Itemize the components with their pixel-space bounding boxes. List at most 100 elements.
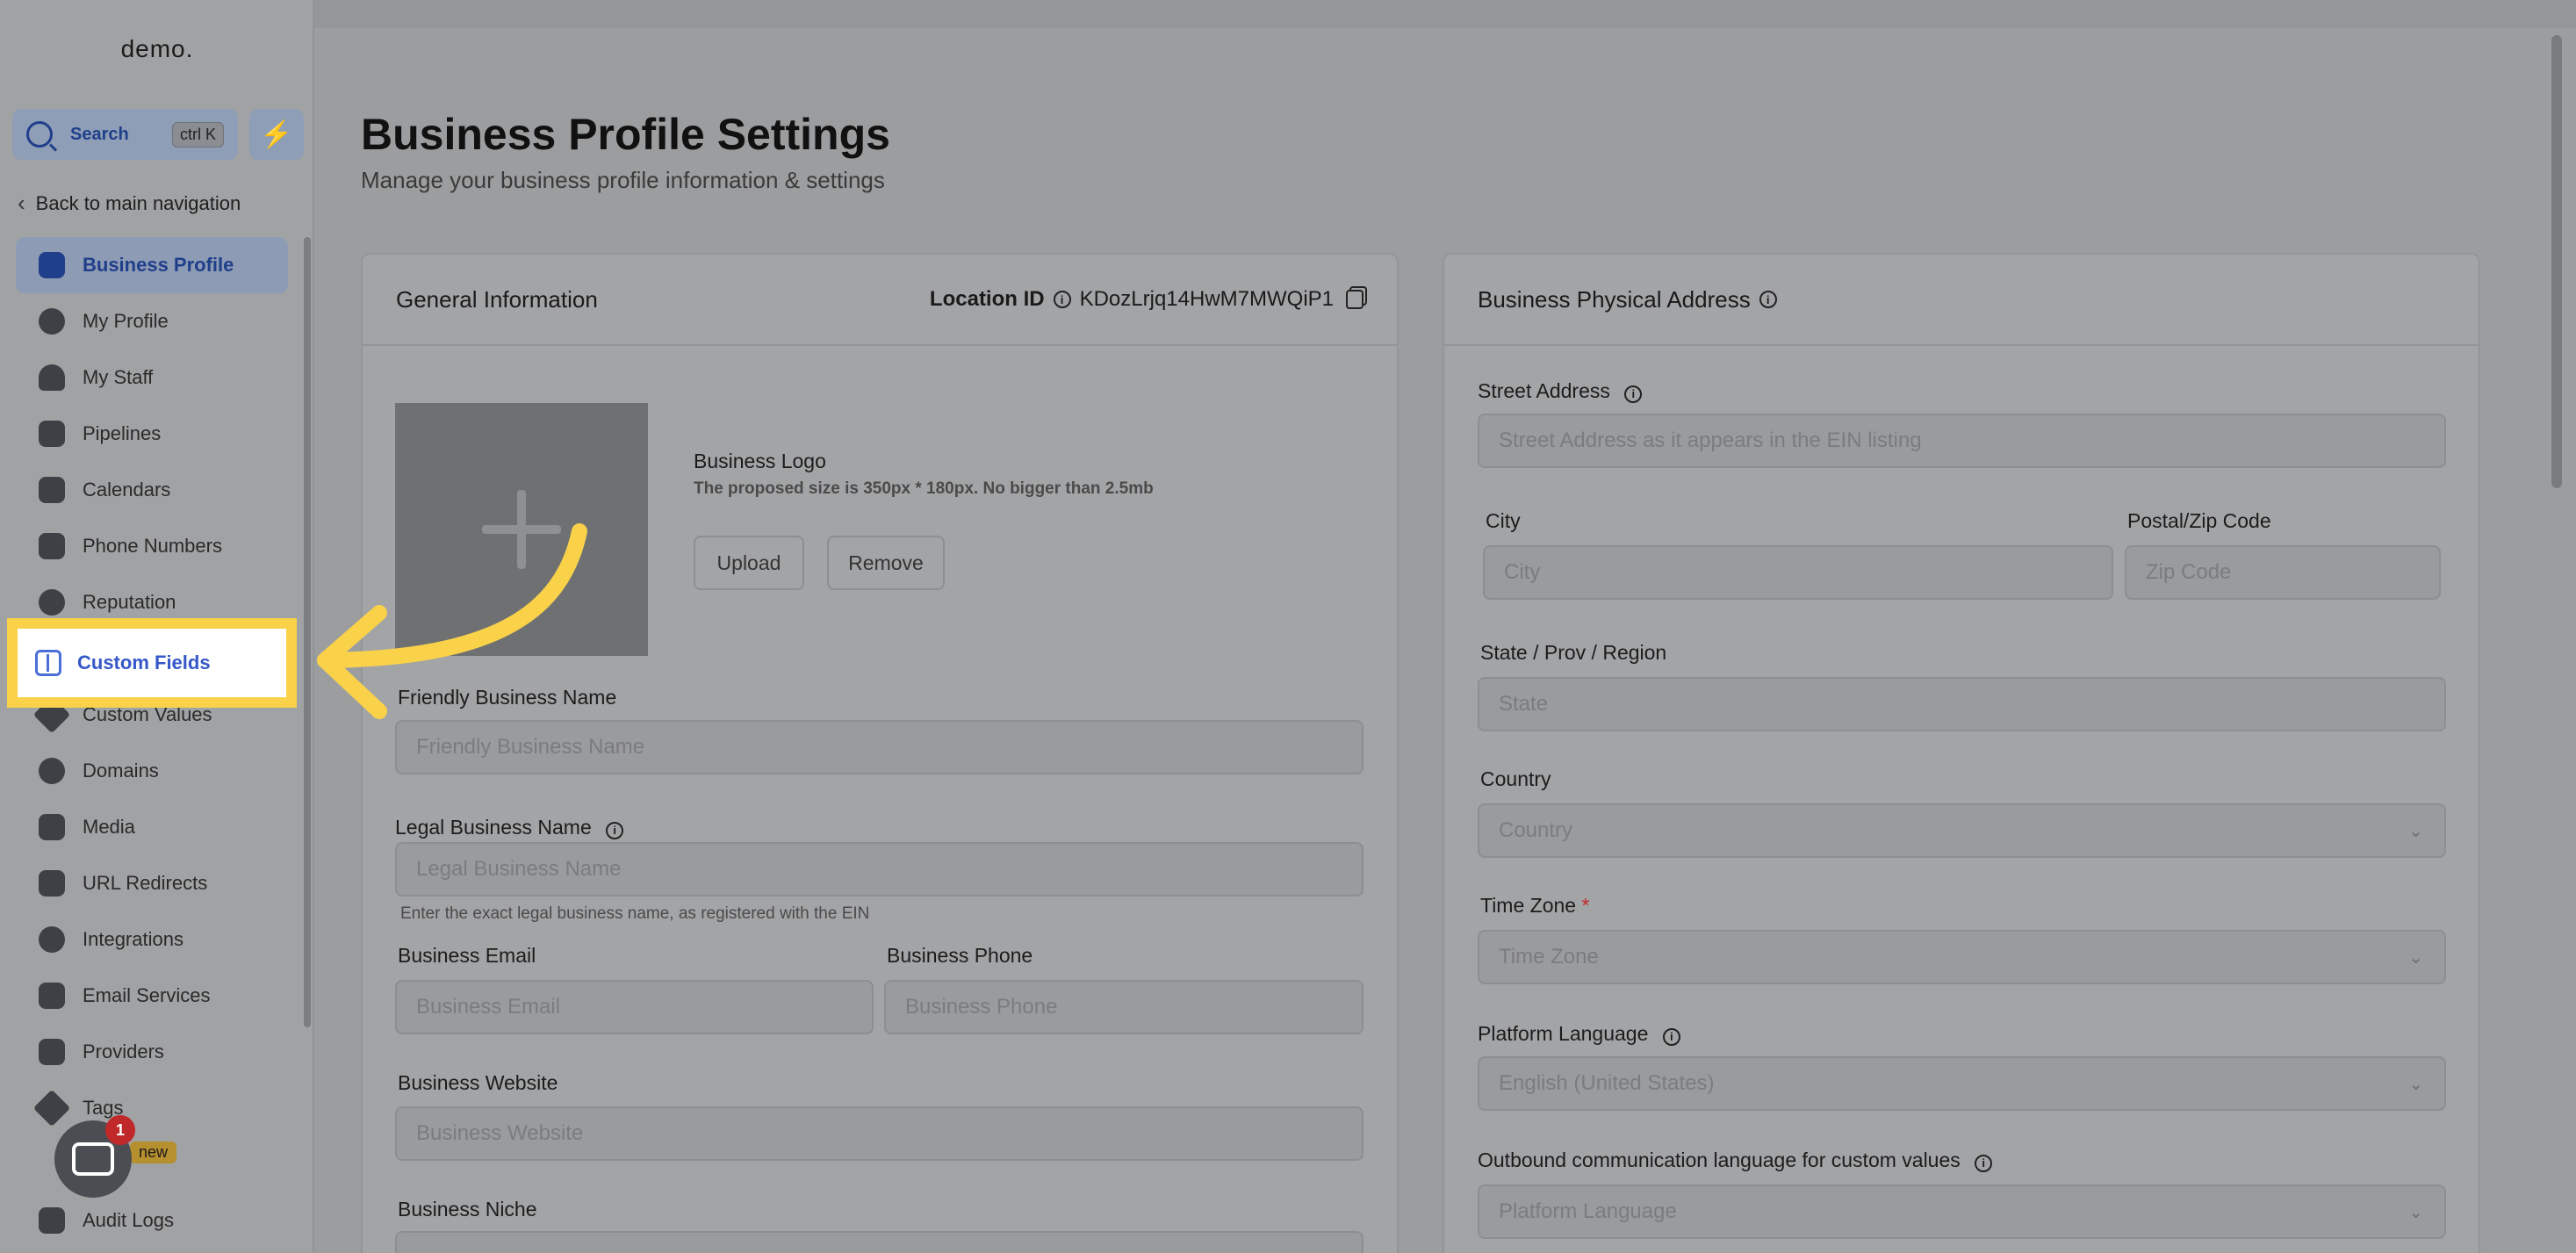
platform-language-select[interactable]: English (United States) ⌄ [1478,1056,2446,1111]
placeholder: Business Phone [905,995,1058,1019]
state-input[interactable]: State [1478,677,2446,731]
friendly-name-input[interactable]: Friendly Business Name [395,720,1364,774]
time-zone-select[interactable]: Time Zone ⌄ [1478,930,2446,984]
placeholder: City [1504,560,1541,584]
plus-icon [482,490,561,569]
sidebar-item-email-services[interactable]: Email Services [16,968,288,1024]
sidebar-item-providers[interactable]: Providers [16,1024,288,1080]
page-subtitle: Manage your business profile information… [361,167,885,193]
logo-upload-area[interactable] [395,403,648,656]
business-niche-label: Business Niche [398,1198,537,1221]
business-website-label: Business Website [398,1071,558,1094]
card-title: Business Physical Address [1478,285,1751,313]
sidebar-item-integrations[interactable]: Integrations [16,911,288,968]
search-icon [26,121,53,148]
sidebar-item-label: URL Redirects [83,872,208,894]
copy-icon[interactable] [1346,290,1364,309]
sidebar-item-label: Domains [83,760,159,781]
business-logo-hint: The proposed size is 350px * 180px. No b… [694,479,1154,498]
time-zone-label-text: Time Zone [1480,894,1577,917]
search-button[interactable]: Search ctrl K [12,109,238,160]
sidebar-item-label: Calendars [83,479,171,500]
back-label: Back to main navigation [35,191,241,214]
sidebar-item-calendars[interactable]: Calendars [16,462,288,518]
sidebar-item-media[interactable]: Media [16,799,288,855]
sidebar-item-custom-fields[interactable]: Custom Fields [7,618,297,708]
sidebar-item-tags[interactable]: Tags [16,1080,288,1136]
sidebar-item-my-staff[interactable]: My Staff [16,349,288,406]
remove-button[interactable]: Remove [827,536,945,590]
placeholder: Zip Code [2146,560,2232,584]
sidebar-item-audit-logs[interactable]: Audit Logs [16,1192,288,1249]
media-icon [39,814,65,840]
info-icon[interactable]: i [1624,385,1643,403]
chevron-left-icon: ‹ [18,190,25,216]
mail-icon [39,983,65,1009]
sidebar-item-domains[interactable]: Domains [16,743,288,799]
placeholder: Country [1499,818,1573,842]
top-bar [314,0,2576,28]
providers-icon [39,1039,65,1065]
city-label: City [1486,509,1521,532]
business-website-input[interactable]: Business Website [395,1106,1364,1161]
placeholder: Street Address as it appears in the EIN … [1499,428,1922,452]
city-input[interactable]: City [1483,545,2113,600]
sidebar-item-business-profile[interactable]: Business Profile [16,237,288,293]
chat-icon [72,1142,114,1176]
search-label: Search [70,124,129,144]
business-email-input[interactable]: Business Email [395,980,874,1034]
page-title: Business Profile Settings [361,110,890,159]
page-scrollbar[interactable] [2551,35,2562,488]
placeholder: Business Website [416,1121,584,1145]
outbound-language-select[interactable]: Platform Language ⌄ [1478,1185,2446,1239]
legal-name-input[interactable]: Legal Business Name [395,842,1364,897]
sidebar-scrollbar[interactable] [304,237,311,1027]
info-icon[interactable]: i [1662,1027,1680,1046]
app-logo: demo. [120,35,194,62]
chart-icon [39,1207,65,1234]
sidebar-item-my-profile[interactable]: My Profile [16,293,288,349]
phone-icon [39,533,65,559]
sidebar-item-url-redirects[interactable]: URL Redirects [16,855,288,911]
card-header: Business Physical Address i [1444,255,2479,346]
location-id-display: Location ID i KDozLrjq14HwM7MWQiP1 [930,287,1364,312]
placeholder: Legal Business Name [416,857,622,881]
outbound-language-label: Outbound communication language for cust… [1478,1149,2001,1172]
globe-icon [39,758,65,784]
sidebar-item-label: Reputation [83,591,176,613]
country-select[interactable]: Country ⌄ [1478,803,2446,858]
legal-name-label: Legal Business Name i [395,816,632,839]
search-shortcut: ctrl K [171,122,224,148]
star-icon [39,589,65,616]
back-to-main-nav-link[interactable]: ‹ Back to main navigation [18,190,241,217]
zip-code-input[interactable]: Zip Code [2125,545,2441,600]
time-zone-label: Time Zone * [1480,894,1589,918]
info-icon[interactable]: i [1053,291,1071,308]
street-address-label: Street Address i [1478,379,1651,403]
info-icon[interactable]: i [606,821,624,839]
business-phone-input[interactable]: Business Phone [884,980,1364,1034]
briefcase-icon [39,252,65,278]
info-icon[interactable]: i [1759,291,1777,308]
funnel-icon [39,421,65,447]
bolt-icon: ⚡ [260,119,293,149]
info-icon[interactable]: i [1975,1154,1993,1172]
location-id-label: Location ID [929,287,1045,311]
chat-unread-badge: 1 [105,1115,135,1145]
chevron-down-icon: ⌄ [2408,947,2423,968]
sidebar-item-pipelines[interactable]: Pipelines [16,406,288,462]
upload-button[interactable]: Upload [694,536,804,590]
business-email-label: Business Email [398,944,536,967]
state-label: State / Prov / Region [1480,641,1667,664]
tag-icon [32,1089,71,1127]
chat-widget-button[interactable]: 1 [54,1115,135,1198]
card-header: General Information Location ID i KDozLr… [363,255,1397,346]
quick-action-button[interactable]: ⚡ [249,109,304,160]
custom-fields-icon [35,650,61,676]
legal-name-hint: Enter the exact legal business name, as … [400,904,870,923]
sidebar-item-label: My Staff [83,366,154,388]
street-address-input[interactable]: Street Address as it appears in the EIN … [1478,414,2446,468]
sidebar-item-phone-numbers[interactable]: Phone Numbers [16,518,288,574]
business-niche-select[interactable] [395,1231,1364,1253]
platform-language-label-text: Platform Language [1478,1022,1649,1045]
